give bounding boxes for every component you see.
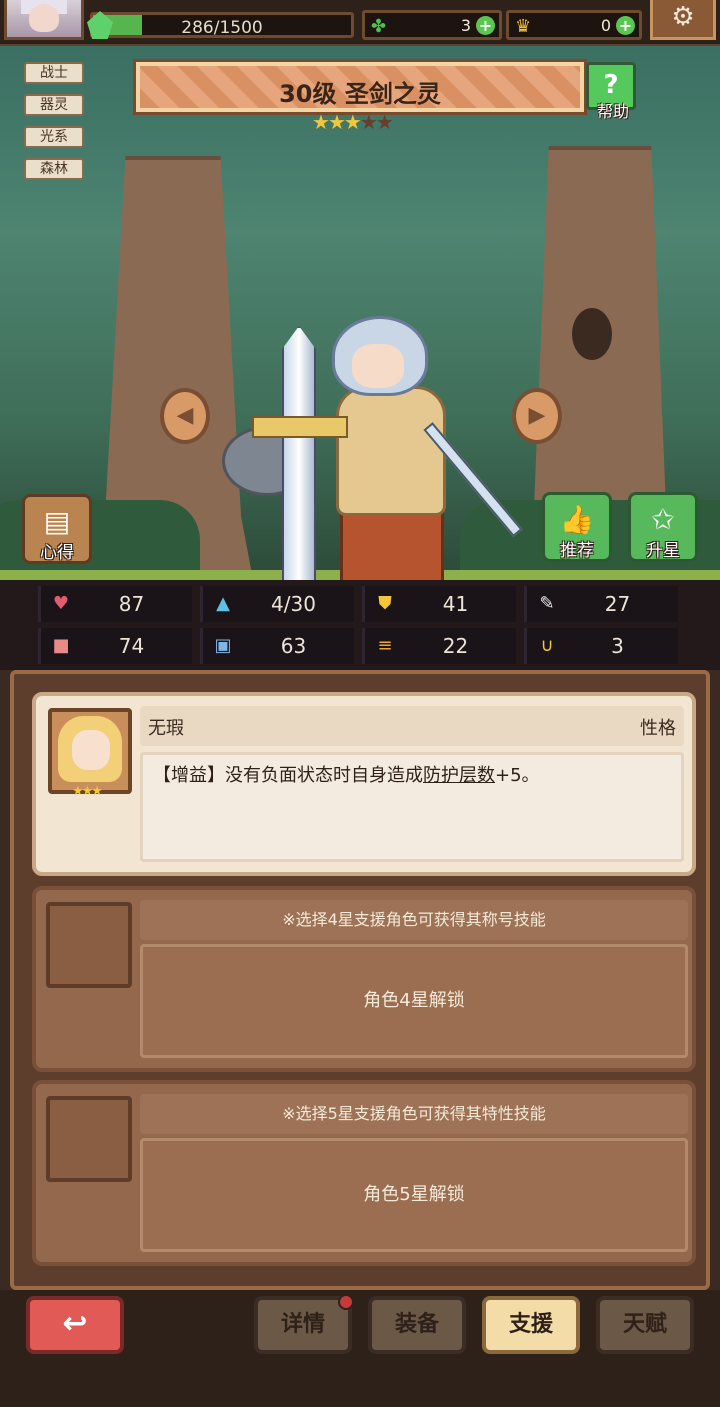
- support-slot-5star[interactable]: ※选择5星支援角色可获得其特性技能 角色5星解锁: [32, 1080, 696, 1266]
- bone-resource: ♛ 0 +: [506, 10, 642, 40]
- slot-lock-text: 角色5星解锁: [140, 1138, 688, 1252]
- player-avatar[interactable]: [4, 0, 84, 40]
- support-trait-label: 性格: [640, 718, 676, 739]
- star-empty-icon: ★: [375, 110, 394, 134]
- tag-element: 光系: [24, 126, 84, 148]
- shield-icon: ⛊: [378, 593, 392, 614]
- tab-equipment[interactable]: 装备: [368, 1296, 466, 1354]
- hero-stars: ★★★★★: [312, 110, 394, 134]
- tag-class: 战士: [24, 62, 84, 84]
- add-clover-button[interactable]: +: [476, 16, 495, 35]
- stats-panel: ♥ 87 ▲ 4/30 ⛊ 41 ✎ 27 ■ 74 ▣ 63 ≡ 22 ∪ 3: [0, 580, 720, 670]
- star-up-button[interactable]: ✩ 升星: [628, 492, 698, 562]
- feather-icon: ✎: [539, 593, 555, 614]
- top-bar: 286/1500 ✤ 3 + ♛ 0 + ⚙: [0, 0, 720, 46]
- bone-count: 0: [600, 16, 611, 35]
- notes-label: 心得: [40, 543, 74, 563]
- hero-title: 30级 圣剑之灵: [279, 80, 441, 108]
- keyword-link[interactable]: 防护层数: [423, 765, 495, 786]
- clover-icon: ✤: [371, 16, 387, 37]
- bottom-nav: ↩ 详情 装备 支援 天赋: [0, 1290, 720, 1407]
- arrow-left-icon: ◀: [176, 403, 194, 428]
- xp-bar: 286/1500: [87, 11, 354, 39]
- arrow-right-icon: ▶: [528, 403, 546, 428]
- gear-icon: ⚙: [671, 2, 695, 32]
- next-hero-button[interactable]: ▶: [512, 388, 562, 444]
- stat-magic: ▣ 63: [200, 628, 354, 664]
- empty-portrait-slot[interactable]: [46, 1096, 132, 1182]
- tab-details[interactable]: 详情: [254, 1294, 354, 1354]
- star-up-label: 升星: [646, 541, 680, 561]
- tag-type: 器灵: [24, 94, 84, 116]
- stat-hp: ♥ 87: [38, 586, 192, 622]
- star-filled-icon: ★: [312, 110, 330, 134]
- support-card-header: 无瑕 性格: [140, 706, 684, 746]
- support-skill-name: 无瑕: [148, 718, 184, 739]
- slot-lock-text: 角色4星解锁: [140, 944, 688, 1058]
- tag-region: 森林: [24, 158, 84, 180]
- bone-icon: ♛: [515, 16, 532, 37]
- clover-count: 3: [460, 16, 471, 35]
- drop-icon: ▲: [216, 593, 230, 614]
- tab-talent[interactable]: 天赋: [596, 1296, 694, 1354]
- stat-attack: ■ 74: [38, 628, 192, 664]
- prev-hero-button[interactable]: ◀: [160, 388, 210, 444]
- notification-dot: [338, 1294, 354, 1310]
- speed-icon: ≡: [377, 635, 393, 656]
- empty-portrait-slot[interactable]: [46, 902, 132, 988]
- star-empty-icon: ★: [359, 110, 378, 134]
- support-skill-description: 【增益】没有负面状态时自身造成防护层数+5。: [140, 752, 684, 862]
- return-arrow-icon: ↩: [62, 1306, 88, 1341]
- stat-luck: ∪ 3: [524, 628, 678, 664]
- stat-agility: ✎ 27: [524, 586, 678, 622]
- clover-resource: ✤ 3 +: [362, 10, 502, 40]
- back-button[interactable]: ↩: [26, 1296, 124, 1354]
- settings-button[interactable]: ⚙: [650, 0, 716, 40]
- slot-hint: ※选择4星支援角色可获得其称号技能: [140, 900, 688, 940]
- magnet-icon: ∪: [540, 635, 554, 656]
- support-stars: ★★★: [72, 784, 103, 799]
- support-slot-4star[interactable]: ※选择4星支援角色可获得其称号技能 角色4星解锁: [32, 886, 696, 1072]
- stat-speed: ≡ 22: [362, 628, 516, 664]
- book-icon: ▣: [214, 635, 232, 656]
- hero-title-banner: 30级 圣剑之灵: [133, 59, 587, 115]
- slot-hint: ※选择5星支援角色可获得其特性技能: [140, 1094, 688, 1134]
- star-filled-icon: ★: [327, 110, 346, 134]
- recommend-label: 推荐: [560, 541, 594, 561]
- support-card-active[interactable]: ★★★ 无瑕 性格 【增益】没有负面状态时自身造成防护层数+5。: [32, 692, 696, 876]
- great-sword: [282, 326, 316, 580]
- stat-defense: ⛊ 41: [362, 586, 516, 622]
- help-label: 帮助: [596, 102, 629, 121]
- notes-button[interactable]: ▤ 心得: [22, 494, 92, 564]
- support-portrait[interactable]: [48, 708, 132, 794]
- hero-sprite: [222, 316, 523, 580]
- stat-energy: ▲ 4/30: [200, 586, 354, 622]
- xp-text: 286/1500: [181, 18, 263, 38]
- support-panel: ★★★ 无瑕 性格 【增益】没有负面状态时自身造成防护层数+5。 ※选择4星支援…: [10, 670, 710, 1290]
- tab-support[interactable]: 支援: [482, 1296, 580, 1354]
- heart-icon: ♥: [52, 593, 70, 614]
- add-bone-button[interactable]: +: [616, 16, 635, 35]
- fist-icon: ■: [52, 635, 70, 656]
- recommend-button[interactable]: 👍 推荐: [542, 492, 612, 562]
- star-filled-icon: ★: [343, 110, 362, 134]
